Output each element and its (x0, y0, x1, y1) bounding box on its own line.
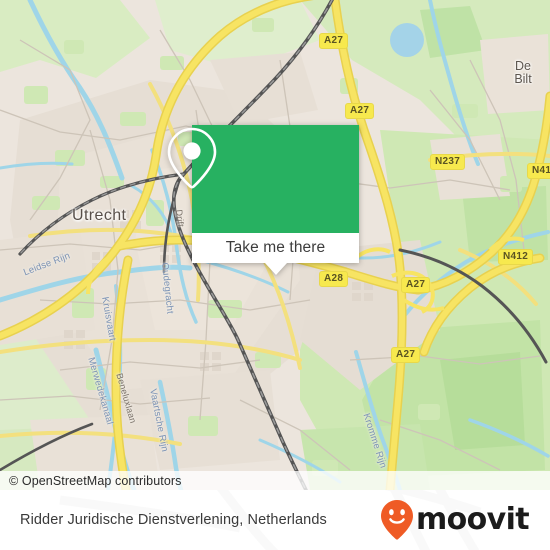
road-shield-a27-upper: A27 (345, 103, 375, 119)
map-label-drift: Drift (174, 209, 186, 228)
moovit-wordmark: moovit (415, 502, 530, 537)
footer-bar: Ridder Juridische Dienstverlening, Nethe… (0, 490, 550, 550)
road-shield-a27-south: A27 (391, 347, 421, 363)
road-shield-n41: N41 (527, 163, 550, 179)
map-label-de-bilt: De Bilt (503, 60, 543, 86)
map-screenshot: Utrecht De Bilt Leidse Rijn Kruisvaart M… (0, 0, 550, 550)
road-shield-a27-north: A27 (319, 33, 349, 49)
take-me-there-label: Take me there (225, 239, 326, 256)
moovit-brand[interactable]: moovit (380, 499, 550, 541)
footer-content: Ridder Juridische Dienstverlening, Nethe… (0, 490, 550, 550)
popup-tail (264, 263, 287, 275)
map-canvas[interactable]: Utrecht De Bilt Leidse Rijn Kruisvaart M… (0, 0, 550, 490)
osm-attribution-text[interactable]: © OpenStreetMap contributors (0, 474, 182, 488)
road-shield-a28: A28 (319, 271, 349, 287)
map-label-de-bilt-line1: De (515, 59, 531, 73)
place-name-label: Ridder Juridische Dienstverlening, Nethe… (20, 512, 327, 528)
road-shield-a27-east: A27 (401, 277, 431, 293)
map-pin-icon (167, 127, 217, 189)
road-shield-n237: N237 (430, 154, 466, 170)
popup-pin-area (167, 125, 359, 233)
take-me-there-popup[interactable]: Take me there (167, 125, 359, 275)
map-label-de-bilt-line2: Bilt (514, 72, 532, 86)
road-shield-n412: N412 (498, 249, 534, 265)
moovit-pin-smiley-icon (380, 500, 413, 540)
popup-action-bar[interactable]: Take me there (192, 233, 359, 263)
map-attribution-bar: © OpenStreetMap contributors (0, 471, 550, 490)
map-label-utrecht: Utrecht (72, 207, 127, 224)
